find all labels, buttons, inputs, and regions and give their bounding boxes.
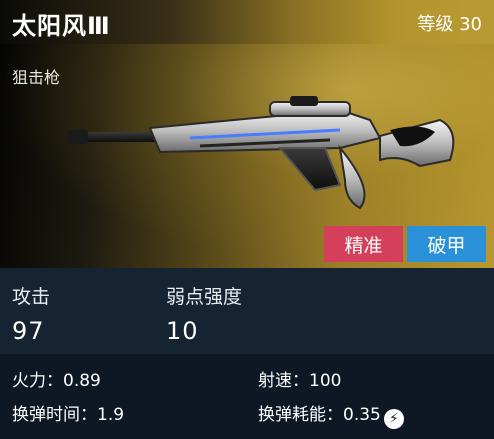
reload-energy-label: 换弹耗能： xyxy=(258,405,343,425)
fire-rate-label: 射速： xyxy=(258,371,309,391)
weakpoint-stat: 弱点强度 10 xyxy=(166,282,242,345)
fire-rate-value: 100 xyxy=(309,371,342,391)
weakpoint-value: 10 xyxy=(166,317,199,345)
primary-stats: 攻击 97 弱点强度 10 xyxy=(0,268,494,354)
reload-time-label: 换弹时间： xyxy=(12,405,97,425)
weapon-category: 狙击枪 xyxy=(12,68,61,87)
attack-label: 攻击 xyxy=(12,286,51,308)
stats-panel: 攻击 97 弱点强度 10 火力：0.89 射速：100 换弹时间：1.9 换弹… xyxy=(0,268,494,439)
firepower-value: 0.89 xyxy=(63,371,101,391)
header-bar: 太阳风Ⅲ 等级 30 xyxy=(0,0,494,44)
reload-energy-value: 0.35 xyxy=(343,405,381,425)
weapon-tags: 精准 破甲 xyxy=(324,226,486,262)
sniper-rifle-image xyxy=(68,96,455,210)
reload-time-row: 换弹时间：1.9 xyxy=(12,400,124,425)
lightning-bolt-icon: ⚡ xyxy=(383,409,404,429)
attack-stat: 攻击 97 xyxy=(12,282,50,345)
weapon-level: 等级 30 xyxy=(417,14,482,35)
reload-time-value: 1.9 xyxy=(97,405,125,425)
secondary-stats: 火力：0.89 射速：100 换弹时间：1.9 换弹耗能：0.35 ⚡ xyxy=(0,354,494,439)
firepower-label: 火力： xyxy=(12,371,63,391)
tag-precise: 精准 xyxy=(324,226,403,262)
weakpoint-label: 弱点强度 xyxy=(166,286,243,308)
weapon-name: 太阳风Ⅲ xyxy=(12,12,111,40)
tag-armor-pierce: 破甲 xyxy=(407,226,486,262)
firepower-row: 火力：0.89 xyxy=(12,366,101,391)
reload-energy-row: 换弹耗能：0.35 ⚡ xyxy=(258,400,404,429)
attack-value: 97 xyxy=(12,317,45,345)
weapon-card: 太阳风Ⅲ 等级 30 狙击枪 精准 破甲 攻击 97 弱点强度 10 火力：0.… xyxy=(0,0,494,439)
fire-rate-row: 射速：100 xyxy=(258,366,341,391)
